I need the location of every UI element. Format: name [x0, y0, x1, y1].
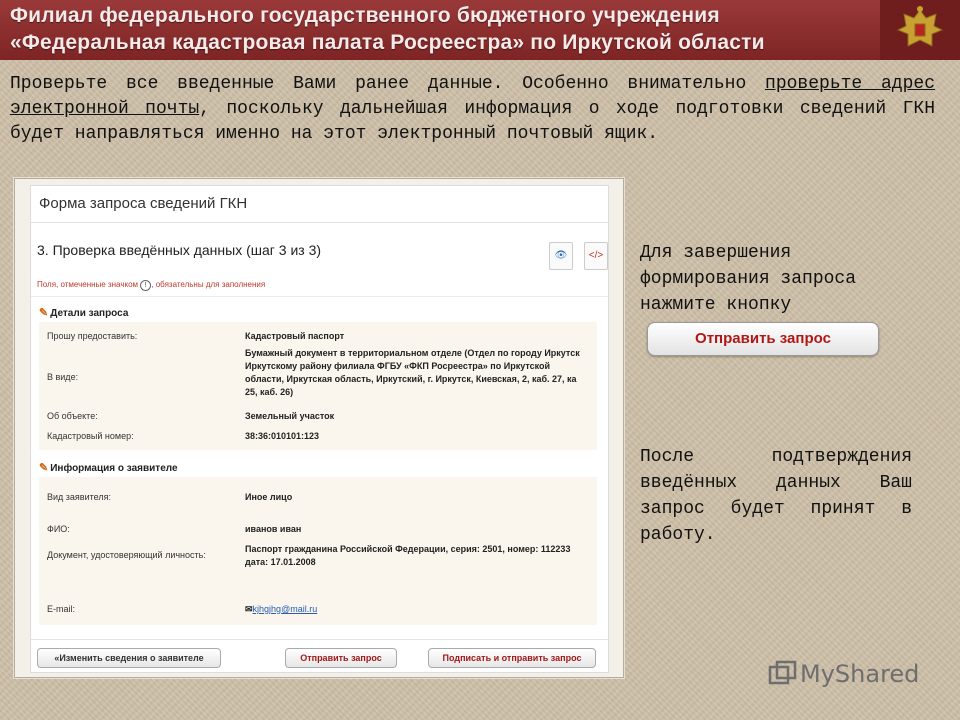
form-screenshot: Форма запроса сведений ГКН 3. Проверка в…: [14, 178, 624, 678]
section-applicant-info-heading: ✎ Информация о заявителе: [39, 461, 178, 474]
side-instruction-text: Для завершения формирования запроса нажм…: [640, 243, 857, 315]
field-label: Об объекте:: [47, 411, 98, 421]
field-label: В виде:: [47, 372, 79, 382]
field-value: Земельный участок: [245, 411, 335, 421]
email-link[interactable]: kjhgjhg@mail.ru: [253, 604, 318, 614]
slide-header: Филиал федерального государственного бюд…: [0, 0, 960, 60]
field-value: Бумажный документ в территориальном отде…: [245, 348, 580, 397]
field-label: Вид заявителя:: [47, 492, 111, 502]
field-label: ФИО:: [47, 524, 70, 534]
change-applicant-button[interactable]: «Изменить сведения о заявителе: [37, 648, 221, 668]
field-label: Документ, удостоверяющий личность:: [47, 550, 206, 560]
preview-icon[interactable]: 👁: [549, 242, 573, 270]
section-title: Детали запроса: [50, 308, 129, 319]
pencil-icon: ✎: [39, 462, 49, 474]
required-fields-note: Поля, отмеченные значком !, обязательны …: [37, 280, 265, 291]
header-title-line-2: «Федеральная кадастровая палата Росреест…: [10, 31, 765, 54]
divider: [31, 296, 608, 297]
email-value: ✉kjhgjhg@mail.ru: [245, 603, 591, 616]
field-value: Паспорт гражданина Российской Федерации,…: [245, 544, 571, 567]
request-details-box: Прошу предоставить: Кадастровый паспорт …: [39, 322, 597, 450]
field-label: E-mail:: [47, 604, 76, 614]
field-value: Кадастровый паспорт: [245, 331, 345, 341]
field-value: Иное лицо: [245, 492, 293, 502]
myshared-logo-icon: [768, 660, 797, 685]
required-note-text-a: Поля, отмеченные значком: [37, 280, 139, 289]
applicant-info-box: Вид заявителя: Иное лицо ФИО: иванов ива…: [39, 477, 597, 625]
coat-of-arms-icon: [880, 0, 960, 60]
intro-paragraph: Проверьте все введенные Вами ранее данны…: [10, 72, 935, 147]
divider: [31, 222, 608, 223]
code-view-icon[interactable]: </>: [584, 242, 608, 270]
form-panel: Форма запроса сведений ГКН 3. Проверка в…: [30, 185, 609, 673]
field-label: Кадастровый номер:: [47, 431, 134, 441]
side-confirmation-text: После подтверждения введённых данных Ваш…: [640, 447, 912, 545]
section-request-details-heading: ✎ Детали запроса: [39, 306, 128, 319]
step-title: 3. Проверка введённых данных (шаг 3 из 3…: [37, 242, 322, 258]
form-title: Форма запроса сведений ГКН: [39, 195, 248, 212]
watermark: MyShared: [768, 656, 919, 692]
envelope-icon: ✉: [245, 604, 253, 614]
required-mark-icon: !: [140, 280, 152, 291]
send-request-button-large[interactable]: Отправить запрос: [647, 322, 879, 356]
field-label: Прошу предоставить:: [47, 331, 138, 341]
field-value: иванов иван: [245, 524, 302, 534]
watermark-text: MyShared: [800, 660, 920, 688]
pencil-icon: ✎: [39, 307, 49, 319]
section-title: Информация о заявителе: [50, 463, 178, 474]
send-request-button[interactable]: Отправить запрос: [285, 648, 397, 668]
intro-text-start: Проверьте все введенные Вами ранее данны…: [10, 74, 766, 94]
required-note-text-b: , обязательны для заполнения: [151, 280, 266, 289]
divider: [31, 639, 608, 640]
sign-and-send-button[interactable]: Подписать и отправить запрос: [428, 648, 596, 668]
field-value: 38:36:010101:123: [245, 431, 320, 441]
header-title-line-1: Филиал федерального государственного бюд…: [10, 4, 720, 27]
